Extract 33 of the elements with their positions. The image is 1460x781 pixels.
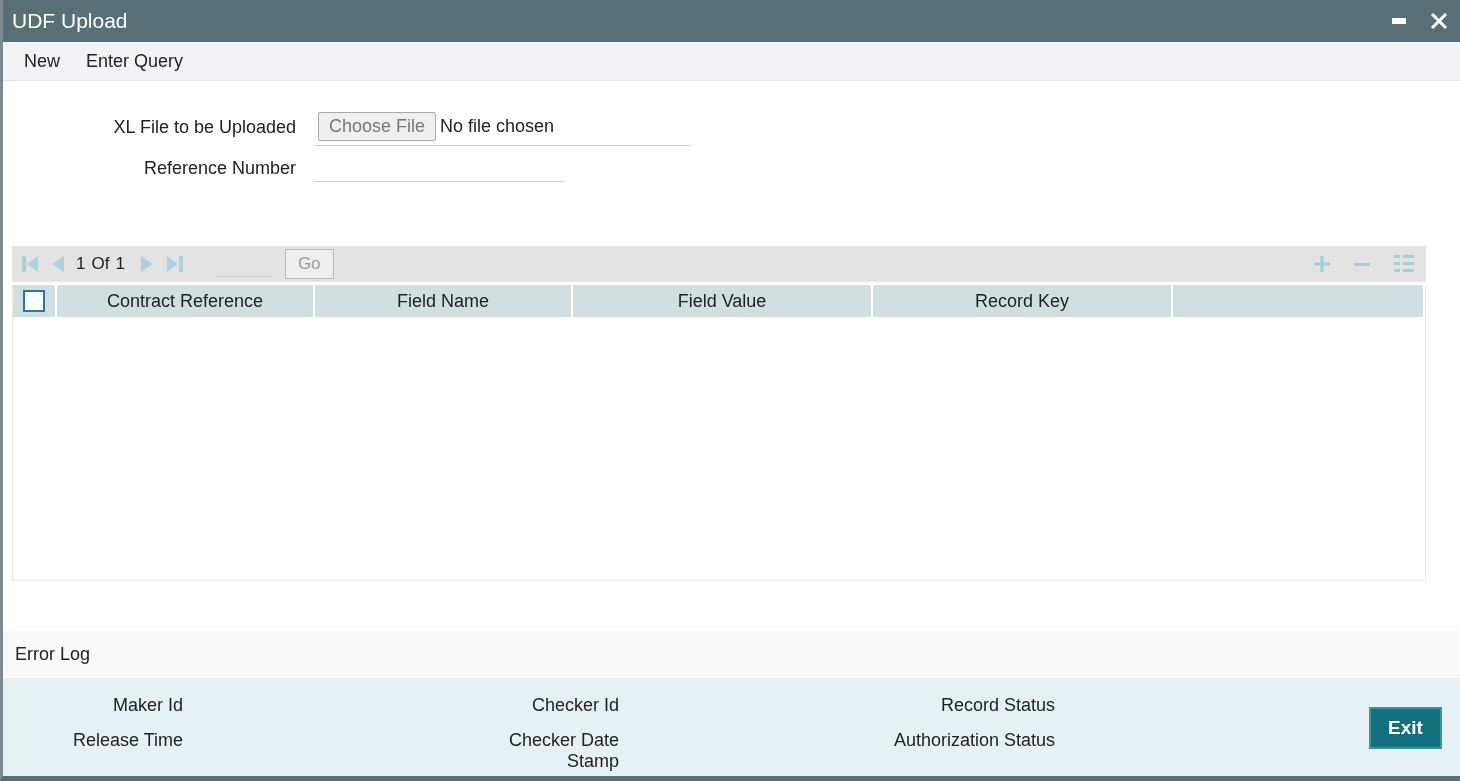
select-all-checkbox[interactable] (23, 290, 45, 312)
field-label: XL File to be Uploaded (112, 116, 297, 138)
first-page-icon[interactable] (22, 255, 38, 273)
footer-label: Release Time (71, 730, 183, 751)
list-icon[interactable] (1394, 255, 1414, 273)
footer-label: Record Status (939, 695, 1055, 716)
file-status: No file chosen (440, 116, 555, 137)
column-header: Field Value (573, 285, 871, 317)
page-of: Of (91, 254, 110, 274)
next-page-icon[interactable] (140, 255, 155, 273)
window-title: UDF Upload (12, 9, 128, 33)
footer-label: Maker Id (111, 695, 183, 716)
page-total: 1 (115, 254, 125, 274)
field-label: Reference Number (142, 157, 297, 179)
error-log-label: Error Log (15, 644, 91, 665)
close-icon[interactable] (1430, 12, 1448, 30)
column-header: Field Name (315, 285, 571, 317)
column-header: Contract Reference (57, 285, 313, 317)
footer-label: Authorization Status (892, 730, 1055, 751)
toolbar-button[interactable]: Enter Query (73, 46, 197, 76)
add-icon[interactable] (1314, 256, 1330, 272)
file-input-field[interactable]: Choose File No file chosen (314, 108, 691, 146)
footer-label: Checker Date Stamp (507, 730, 619, 772)
footer-label: Checker Id (530, 695, 619, 716)
page-number: 1 (76, 254, 86, 274)
minimize-icon[interactable] (1392, 18, 1406, 24)
exit-button[interactable]: Exit (1369, 707, 1442, 749)
toolbar-button[interactable]: New (11, 46, 73, 76)
last-page-icon[interactable] (166, 255, 183, 273)
remove-icon[interactable] (1354, 262, 1370, 266)
column-header: Record Key (873, 285, 1171, 317)
choose-file-button[interactable]: Choose File (318, 112, 437, 141)
previous-page-icon[interactable] (50, 255, 64, 273)
